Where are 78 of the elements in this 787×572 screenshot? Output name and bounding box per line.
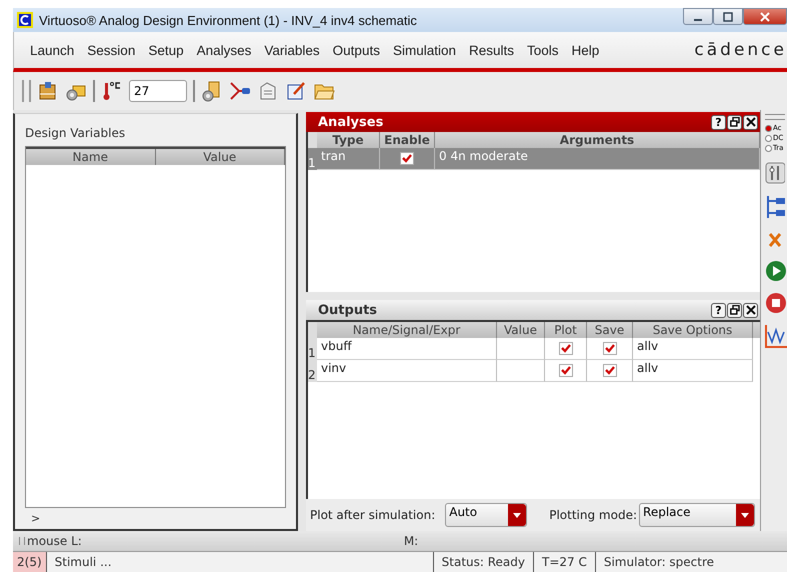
help-button[interactable]: ? bbox=[711, 302, 726, 318]
waveform-icon[interactable] bbox=[765, 324, 787, 348]
run-icon[interactable] bbox=[765, 260, 787, 282]
tuning-icon[interactable] bbox=[765, 162, 785, 184]
mouse-middle-label: M: bbox=[404, 534, 418, 548]
window-title: Virtuoso® Analog Design Environment (1) - INV_4 inv4 schematic bbox=[39, 12, 417, 28]
mouse-left-label: mouse L: bbox=[27, 534, 82, 548]
column-header[interactable]: Name/Signal/Expr bbox=[317, 322, 497, 338]
checkbox[interactable] bbox=[558, 364, 572, 377]
table-row[interactable]: 1 vbuff allv bbox=[308, 338, 760, 360]
column-header[interactable]: Value bbox=[497, 322, 545, 338]
menu-item[interactable]: Outputs bbox=[332, 42, 380, 58]
table-cell: allv bbox=[633, 360, 753, 382]
table-cell: vinv bbox=[317, 360, 497, 382]
dropdown[interactable]: Replace bbox=[639, 503, 756, 527]
header-corner bbox=[308, 322, 317, 338]
toolbar-grip[interactable] bbox=[765, 114, 785, 120]
minimize-icon bbox=[694, 18, 702, 20]
menu-item[interactable]: Setup bbox=[148, 42, 184, 58]
column-header[interactable]: Save Options bbox=[633, 322, 753, 338]
probe-icon[interactable] bbox=[229, 80, 251, 102]
panel-title: Design Variables bbox=[25, 126, 126, 140]
table-cell: vbuff bbox=[317, 338, 497, 360]
table-cell: allv bbox=[633, 338, 753, 360]
caret-icon bbox=[513, 512, 522, 518]
expand-arrow[interactable]: > bbox=[25, 508, 286, 525]
stop-icon[interactable] bbox=[765, 292, 787, 314]
help-button[interactable]: ? bbox=[711, 114, 726, 130]
simulator-status: Simulator: spectre bbox=[602, 554, 716, 571]
menu-item[interactable]: Help bbox=[572, 42, 600, 58]
close-button[interactable] bbox=[743, 302, 758, 318]
table-cell: 0 4n moderate bbox=[435, 148, 760, 170]
menu-item[interactable]: Launch bbox=[30, 42, 74, 58]
minimize-button[interactable] bbox=[683, 8, 713, 25]
network-icon[interactable] bbox=[765, 194, 785, 220]
float-button[interactable] bbox=[727, 114, 742, 130]
menu-item[interactable]: Variables bbox=[264, 42, 320, 58]
temperature-status: T=27 C bbox=[534, 552, 596, 572]
checkbox[interactable] bbox=[602, 364, 616, 377]
close-icon bbox=[760, 12, 770, 22]
menu-item[interactable]: Tools bbox=[527, 42, 559, 58]
panel-title: Outputs bbox=[318, 302, 378, 318]
table-row[interactable]: 2 vinv allv bbox=[308, 360, 760, 382]
edit-icon[interactable] bbox=[285, 80, 307, 102]
thermometer-icon bbox=[101, 80, 123, 102]
row-number: 1 bbox=[308, 338, 317, 360]
column-header[interactable]: Value bbox=[156, 149, 285, 165]
menu-item[interactable]: Simulation bbox=[392, 42, 456, 58]
temperature-field[interactable]: 27 bbox=[129, 80, 187, 102]
float-button[interactable] bbox=[727, 302, 742, 318]
checkbox[interactable] bbox=[558, 342, 572, 355]
row-number: 2 bbox=[308, 360, 317, 382]
caret-icon bbox=[741, 512, 750, 518]
field-label: Plotting mode: bbox=[549, 508, 638, 522]
status-count: 2(5) bbox=[13, 552, 47, 572]
app-icon bbox=[17, 12, 33, 28]
logo: cādence bbox=[694, 40, 787, 60]
header-corner bbox=[308, 132, 317, 148]
column-header[interactable]: Name bbox=[26, 149, 156, 165]
checkbox[interactable] bbox=[400, 152, 414, 165]
panel-title: Analyses bbox=[318, 114, 384, 130]
toolbar-grip[interactable] bbox=[22, 80, 31, 102]
menu-item[interactable]: Results bbox=[468, 42, 514, 58]
column-header[interactable]: Plot bbox=[545, 322, 587, 338]
maximize-button[interactable] bbox=[713, 8, 743, 25]
close-button[interactable] bbox=[743, 114, 758, 130]
status-text: Status: Ready bbox=[432, 552, 534, 572]
menu-item[interactable]: Session bbox=[87, 42, 136, 58]
dropdown[interactable]: Auto bbox=[445, 503, 528, 527]
column-header[interactable]: Save bbox=[587, 322, 633, 338]
grip-handle[interactable] bbox=[19, 537, 25, 545]
status-message: Stimuli ... bbox=[54, 554, 113, 571]
menu-item[interactable]: Analyses bbox=[196, 42, 252, 58]
field-label: Plot after simulation: bbox=[310, 508, 436, 522]
row-number: 1 bbox=[308, 148, 317, 170]
checkbox[interactable] bbox=[602, 342, 616, 355]
table-cell: tran bbox=[317, 148, 380, 170]
maximize-icon bbox=[723, 12, 733, 22]
